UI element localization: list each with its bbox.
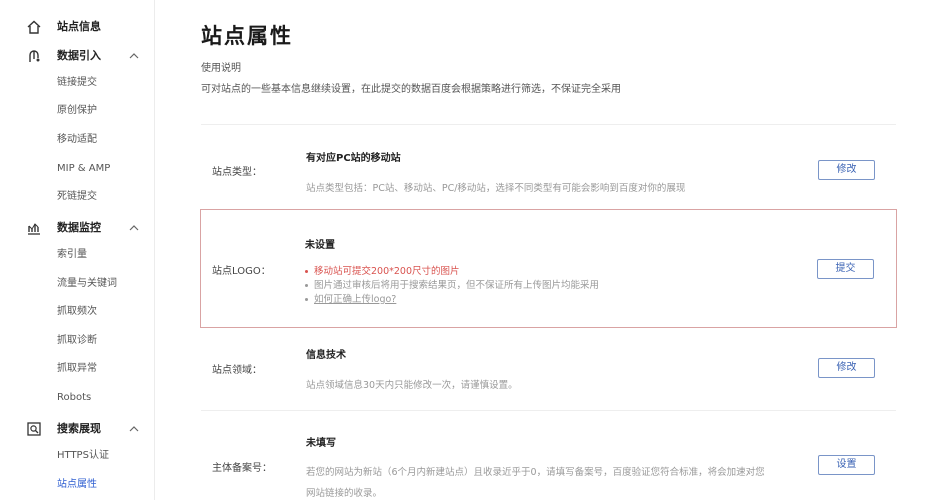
sidebar-item-mobile-adapt[interactable]: 移动适配 (57, 133, 97, 147)
data-import-icon (29, 50, 40, 62)
site-logo-value: 未设置 (305, 240, 335, 251)
sidebar-item-index-volume[interactable]: 索引量 (57, 248, 87, 262)
icp-description-2: 网站链接的收录。 (306, 488, 383, 499)
logo-hint-review: 图片通过审核后将用于搜索结果页，但不保证所有上传图片均能采用 (305, 277, 599, 291)
page-title: 站点属性 (201, 24, 293, 48)
home-icon (27, 20, 41, 34)
section-site-domain: 站点领域： 信息技术 站点领域信息30天内只能修改一次，请谨慎设置。 修改 (201, 330, 896, 410)
sidebar-group-data-monitor[interactable]: 数据监控 (0, 214, 155, 242)
section-site-logo: 站点LOGO： 未设置 移动站可提交200*200尺寸的图片 图片通过审核后将用… (200, 209, 897, 328)
bullet-dot (305, 270, 308, 273)
sidebar-group-label: 站点信息 (57, 20, 101, 33)
set-icp-button[interactable]: 设置 (818, 455, 875, 475)
chevron-up-icon[interactable] (128, 50, 140, 62)
modify-site-type-button[interactable]: 修改 (818, 160, 875, 180)
sidebar-group-search-display[interactable]: 搜索展现 (0, 415, 155, 443)
sidebar-item-site-attributes[interactable]: 站点属性 (57, 478, 97, 492)
logo-hint-review-text: 图片通过审核后将用于搜索结果页，但不保证所有上传图片均能采用 (314, 280, 600, 291)
usage-title: 使用说明 (201, 63, 241, 74)
sidebar-group-label: 搜索展现 (57, 422, 101, 435)
sidebar-item-dead-link[interactable]: 死链提交 (57, 190, 97, 204)
chart-icon (28, 223, 40, 235)
sidebar-group-data-import[interactable]: 数据引入 (0, 42, 155, 70)
sidebar-item-https[interactable]: HTTPS认证 (57, 449, 109, 463)
sidebar-item-original-protect[interactable]: 原创保护 (57, 104, 97, 118)
logo-help: 如何正确上传logo? (305, 291, 396, 305)
main-content: 站点属性 使用说明 可对站点的一些基本信息继续设置，在此提交的数据百度会根据策略… (155, 0, 941, 500)
submit-logo-button[interactable]: 提交 (817, 259, 874, 279)
site-logo-label: 站点LOGO： (212, 266, 271, 277)
sidebar-item-link-submit[interactable]: 链接提交 (57, 76, 97, 90)
site-type-label: 站点类型： (212, 167, 262, 178)
bullet-dot (305, 284, 308, 287)
section-site-type: 站点类型： 有对应PC站的移动站 站点类型包括：PC站、移动站、PC/移动站，选… (201, 125, 896, 205)
bullet-dot (305, 298, 308, 301)
search-display-icon (27, 422, 41, 436)
sidebar-group-label: 数据引入 (57, 49, 101, 62)
chevron-up-icon[interactable] (128, 423, 140, 435)
icp-description: 若您的网站为新站（6个月内新建站点）且收录近乎于0，请填写备案号，百度验证您符合… (306, 467, 765, 478)
icp-value: 未填写 (306, 438, 336, 449)
sidebar-item-crawl-frequency[interactable]: 抓取频次 (57, 305, 97, 319)
sidebar-item-robots[interactable]: Robots (57, 391, 91, 405)
logo-help-link[interactable]: 如何正确上传logo? (314, 294, 396, 305)
site-domain-description: 站点领域信息30天内只能修改一次，请谨慎设置。 (306, 380, 518, 391)
logo-hint-size-text: 移动站可提交200*200尺寸的图片 (314, 266, 460, 277)
chevron-up-icon[interactable] (128, 222, 140, 234)
sidebar-item-traffic-keywords[interactable]: 流量与关键词 (57, 277, 117, 291)
sidebar-group-label: 数据监控 (57, 221, 101, 234)
sidebar-item-crawl-errors[interactable]: 抓取异常 (57, 362, 97, 376)
site-domain-value: 信息技术 (306, 350, 346, 361)
site-domain-label: 站点领域： (212, 365, 262, 376)
logo-hint-size: 移动站可提交200*200尺寸的图片 (305, 263, 460, 277)
section-icp-record: 主体备案号： 未填写 若您的网站为新站（6个月内新建站点）且收录近乎于0，请填写… (201, 411, 896, 500)
sidebar: 站点信息 数据引入 链接提交 原创保护 移动适配 MIP & AMP 死链提交 … (0, 0, 155, 500)
usage-description: 可对站点的一些基本信息继续设置，在此提交的数据百度会根据策略进行筛选，不保证完全… (201, 84, 621, 95)
modify-site-domain-button[interactable]: 修改 (818, 358, 875, 378)
site-type-value: 有对应PC站的移动站 (306, 153, 401, 164)
icp-label: 主体备案号： (212, 463, 272, 474)
site-type-description: 站点类型包括：PC站、移动站、PC/移动站，选择不同类型有可能会影响到百度对你的… (306, 183, 686, 194)
sidebar-item-mip-amp[interactable]: MIP & AMP (57, 162, 110, 176)
sidebar-group-site-info[interactable]: 站点信息 (0, 13, 155, 41)
sidebar-item-crawl-diagnosis[interactable]: 抓取诊断 (57, 334, 97, 348)
